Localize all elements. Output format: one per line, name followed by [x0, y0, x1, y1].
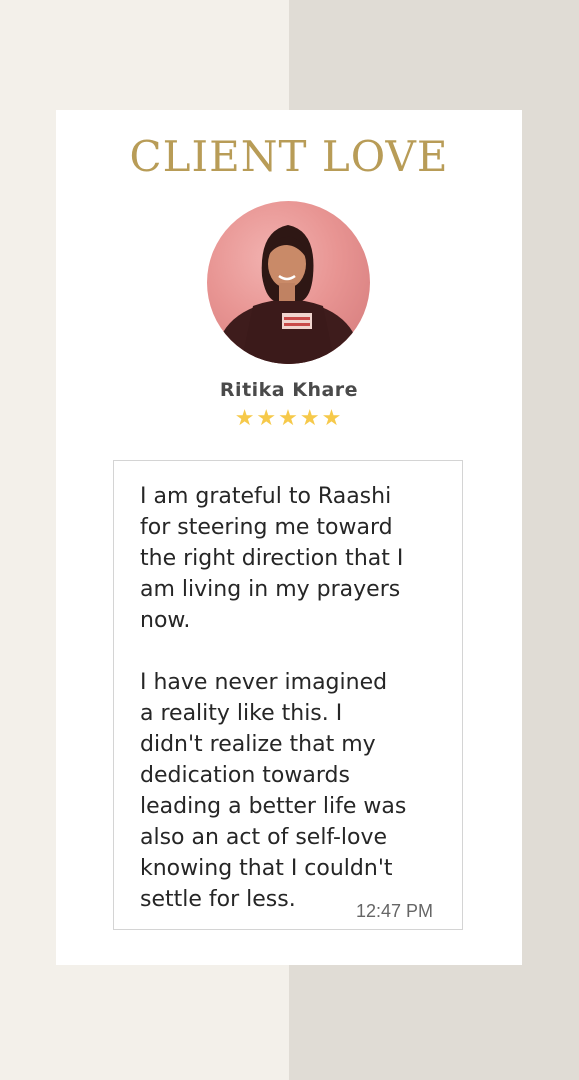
- message-paragraph: I am grateful to Raashi for steering me …: [140, 481, 440, 636]
- message-line: now.: [140, 608, 191, 633]
- reviewer-name: Ritika Khare: [219, 379, 359, 401]
- message-paragraph: I have never imagined a reality like thi…: [140, 667, 440, 915]
- message-line: leading a better life was: [140, 794, 407, 819]
- message-line: knowing that I couldn't: [140, 856, 393, 881]
- rating-stars: ★★★★★: [234, 406, 344, 431]
- message-line: I have never imagined: [140, 670, 388, 695]
- message-timestamp: 12:47 PM: [356, 901, 434, 921]
- message-text: I am grateful to Raashi for steering me …: [140, 481, 440, 915]
- avatar: [207, 201, 370, 364]
- testimonial-card: CLIENT LOVE Ritika Khare ★★★★★ I am grat…: [56, 110, 522, 965]
- message-line: the right direction that I: [140, 546, 404, 571]
- card-title: CLIENT LOVE: [129, 132, 449, 181]
- message-line: dedication towards: [140, 763, 350, 788]
- message-bubble: I am grateful to Raashi for steering me …: [113, 460, 463, 930]
- message-line: for steering me toward: [140, 515, 393, 540]
- message-line: am living in my prayers: [140, 577, 401, 602]
- message-line: also an act of self-love: [140, 825, 388, 850]
- message-line: I am grateful to Raashi: [140, 484, 392, 509]
- message-line: didn't realize that my: [140, 732, 376, 757]
- avatar-photo: [218, 225, 358, 364]
- message-line: a reality like this. I: [140, 701, 343, 726]
